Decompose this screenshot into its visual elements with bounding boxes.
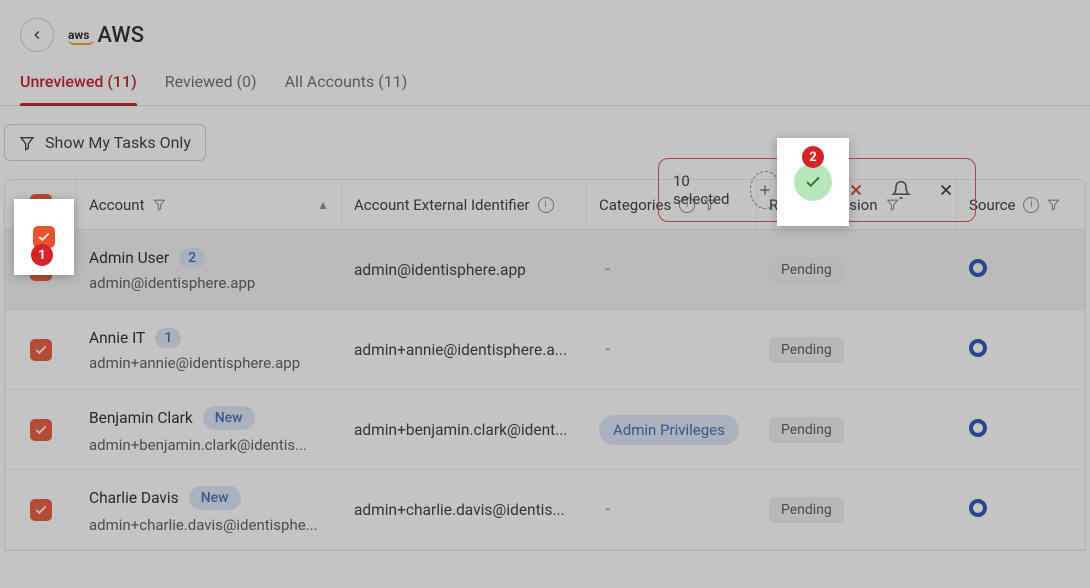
page-header: aws AWS — [0, 0, 1090, 62]
row-checkbox[interactable] — [30, 339, 52, 361]
category-empty: - — [599, 499, 610, 520]
selection-count: 10 selected — [673, 172, 736, 208]
external-id: admin+charlie.davis@identis... — [354, 501, 575, 519]
tabs-bar: Unreviewed (11) Reviewed (0) All Account… — [0, 62, 1090, 106]
tutorial-step-badge-1: 1 — [31, 244, 53, 266]
filter-icon — [1047, 198, 1060, 211]
show-my-tasks-button[interactable]: Show My Tasks Only — [4, 124, 206, 161]
notify-button[interactable] — [885, 171, 916, 209]
close-icon — [937, 181, 955, 199]
column-account[interactable]: Account ▲ — [77, 180, 342, 229]
app-title: AWS — [97, 23, 144, 48]
external-id: admin+benjamin.clark@ident... — [354, 421, 575, 439]
account-email: admin@identisphere.app — [89, 274, 329, 292]
aws-logo-icon: aws — [68, 29, 89, 41]
tab-unreviewed[interactable]: Unreviewed (11) — [20, 72, 137, 105]
decision-badge: Pending — [769, 337, 844, 363]
external-id: admin+annie@identisphere.a... — [354, 341, 575, 359]
account-count-badge: 1 — [155, 328, 181, 348]
chevron-left-icon — [30, 28, 44, 42]
table-row[interactable]: Admin User 2 admin@identisphere.app admi… — [5, 230, 1085, 310]
close-selection-button[interactable] — [930, 171, 961, 209]
x-icon — [847, 181, 865, 199]
account-new-badge: New — [189, 486, 241, 510]
decision-badge: Pending — [769, 497, 844, 523]
account-email: admin+charlie.davis@identisphe... — [89, 516, 329, 534]
decision-badge: Pending — [769, 417, 844, 443]
source-okta-icon — [969, 419, 987, 437]
external-id: admin@identisphere.app — [354, 261, 575, 279]
column-account-label: Account — [89, 196, 145, 214]
account-count-badge: 2 — [179, 248, 205, 268]
source-okta-icon — [969, 499, 987, 517]
row-checkbox[interactable] — [30, 419, 52, 441]
account-email: admin+benjamin.clark@identis... — [89, 436, 329, 454]
filter-icon — [19, 135, 35, 151]
app-logo: aws AWS — [68, 23, 144, 48]
decision-badge: Pending — [769, 257, 844, 283]
category-empty: - — [599, 259, 610, 280]
info-icon[interactable]: i — [538, 197, 554, 213]
account-name: Admin User — [89, 249, 169, 267]
account-name: Charlie Davis — [89, 489, 179, 507]
table-row[interactable]: Charlie Davis New admin+charlie.davis@id… — [5, 470, 1085, 550]
table-row[interactable]: Annie IT 1 admin+annie@identisphere.app … — [5, 310, 1085, 390]
bell-icon — [891, 180, 911, 200]
row-checkbox[interactable] — [30, 499, 52, 521]
column-external-id-label: Account External Identifier — [354, 196, 530, 214]
approve-button-spotlit[interactable] — [794, 163, 832, 201]
account-email: admin+annie@identisphere.app — [89, 354, 329, 372]
account-name: Benjamin Clark — [89, 409, 193, 427]
tab-all-accounts[interactable]: All Accounts (11) — [285, 72, 408, 105]
check-icon — [804, 173, 822, 191]
accounts-table: Account ▲ Account External Identifier i … — [4, 179, 1086, 551]
source-okta-icon — [969, 259, 987, 277]
table-row[interactable]: Benjamin Clark New admin+benjamin.clark@… — [5, 390, 1085, 470]
column-external-id[interactable]: Account External Identifier i — [342, 180, 587, 229]
category-chip[interactable]: Admin Privileges — [599, 415, 739, 445]
category-empty: - — [599, 339, 610, 360]
sort-asc-icon: ▲ — [317, 198, 329, 212]
account-new-badge: New — [203, 406, 255, 430]
tutorial-step-badge-2: 2 — [802, 146, 824, 168]
plus-icon — [757, 182, 773, 198]
back-button[interactable] — [20, 18, 54, 52]
show-my-tasks-label: Show My Tasks Only — [45, 133, 191, 152]
info-icon[interactable]: i — [1023, 197, 1039, 213]
account-name: Annie IT — [89, 329, 145, 347]
filter-icon — [153, 198, 166, 211]
tab-reviewed[interactable]: Reviewed (0) — [165, 72, 257, 105]
source-okta-icon — [969, 339, 987, 357]
column-source[interactable]: Source i — [957, 180, 1086, 229]
